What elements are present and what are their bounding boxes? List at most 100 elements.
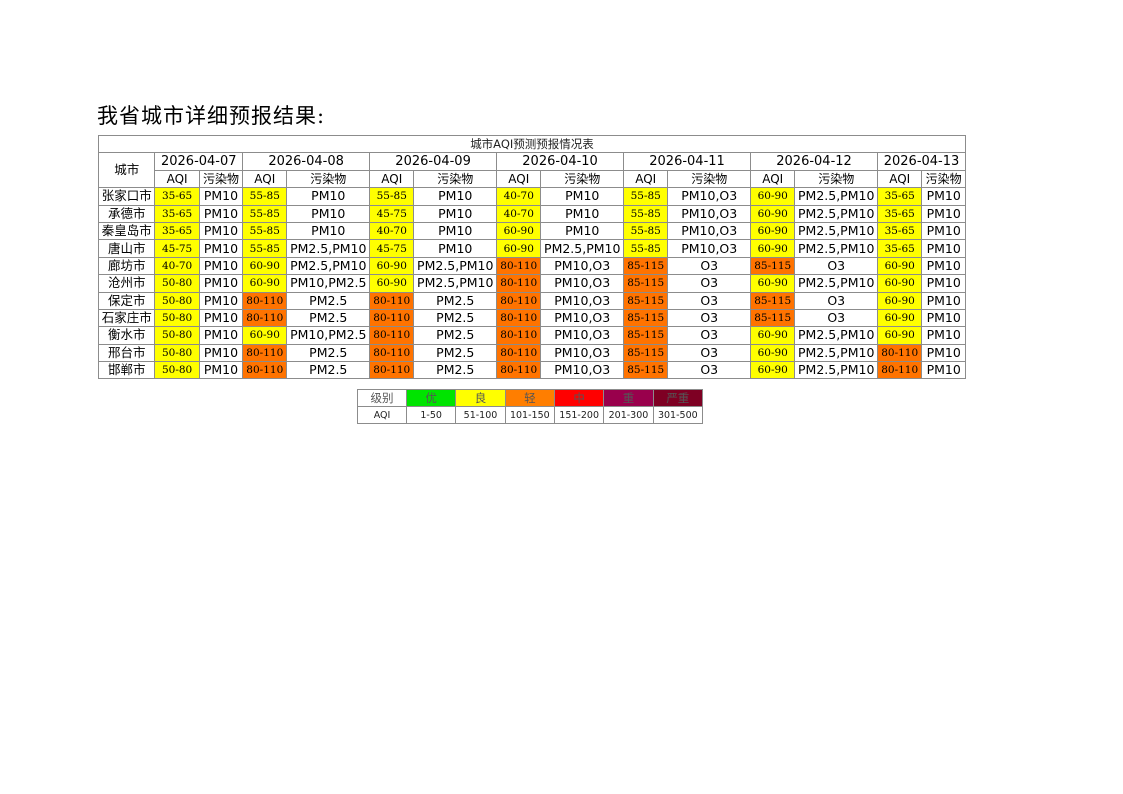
aqi-value-cell: 35-65: [877, 204, 923, 223]
pollutant-cell: PM10,O3: [667, 187, 752, 206]
aqi-value-cell: 55-85: [623, 221, 669, 241]
city-name: 保定市: [97, 291, 156, 310]
city-name: 廊坊市: [97, 256, 156, 276]
pollutant-cell: PM2.5,PM10: [540, 239, 625, 258]
aqi-value-cell: 60-90: [750, 187, 796, 206]
aqi-value-cell: 35-65: [154, 221, 200, 241]
aqi-value-cell: 80-110: [496, 291, 542, 310]
pollutant-cell: PM2.5: [413, 291, 498, 310]
pollutant-cell: O3: [667, 256, 752, 276]
date-header: 2026-04-12: [750, 152, 879, 171]
pollutant-cell: PM10,O3: [667, 204, 752, 223]
aqi-value-cell: 50-80: [154, 326, 200, 345]
subheader-row: AQI 污染物 AQI 污染物 AQI 污染物 AQI 污染物 AQI 污染物 AQI 污染物 AQI 污…: [99, 169, 966, 189]
aqi-value-cell: 85-115: [623, 343, 669, 363]
pollutant-cell: PM2.5: [413, 308, 498, 328]
aqi-value-cell: 80-110: [242, 361, 288, 380]
pollutant-cell: PM2.5,PM10: [794, 343, 879, 363]
pollutant-cell: PM10: [921, 239, 966, 258]
pollutant-cell: PM10,O3: [540, 256, 625, 276]
legend-aqi-row: AQI 1-50 51-100 101-150 151-200 201-300 301-5…: [357, 406, 704, 424]
pollutant-cell: PM10: [413, 221, 498, 241]
pollutant-cell: PM10: [921, 343, 966, 363]
legend-level-swatch: 优: [405, 389, 457, 407]
aqi-subheader: AQI: [750, 169, 796, 189]
aqi-value-cell: 85-115: [623, 256, 669, 276]
aqi-subheader: AQI: [154, 169, 200, 189]
legend-aqi-range: 151-200: [553, 406, 605, 424]
city-name: 张家口市: [97, 187, 156, 206]
date-header: 2026-04-07: [154, 152, 244, 171]
aqi-value-cell: 55-85: [623, 204, 669, 223]
aqi-value-cell: 80-110: [496, 343, 542, 363]
pollutant-cell: PM10: [286, 204, 371, 223]
pollutant-cell: O3: [667, 291, 752, 310]
aqi-value-cell: 85-115: [623, 308, 669, 328]
aqi-subheader: AQI: [496, 169, 542, 189]
aqi-value-cell: 35-65: [877, 187, 923, 206]
pollutant-cell: PM10: [921, 221, 966, 241]
city-name: 邯郸市: [97, 361, 156, 380]
aqi-value-cell: 85-115: [623, 274, 669, 293]
table-row: 张家口市 35-65 PM10 55-85 PM10 55-85 PM10 40-70 PM10…: [97, 187, 966, 206]
legend-level-row: 级别 优良轻中重严重: [357, 389, 704, 407]
pollutant-subheader: 污染物: [198, 169, 244, 189]
aqi-value-cell: 55-85: [242, 239, 288, 258]
aqi-subheader: AQI: [369, 169, 415, 189]
city-name: 承德市: [97, 204, 156, 223]
aqi-value-cell: 80-110: [369, 308, 415, 328]
pollutant-cell: O3: [667, 326, 752, 345]
pollutant-cell: PM10,O3: [540, 343, 625, 363]
pollutant-cell: PM10: [198, 187, 244, 206]
pollutant-cell: PM2.5: [286, 361, 371, 380]
aqi-value-cell: 45-75: [369, 239, 415, 258]
aqi-subheader: AQI: [623, 169, 669, 189]
pollutant-cell: O3: [667, 274, 752, 293]
pollutant-cell: PM10: [413, 239, 498, 258]
table-row: 衡水市 50-80 PM10 60-90 PM10,PM2.5 80-110 PM2.5 80…: [97, 326, 966, 345]
table-row: 承德市 35-65 PM10 55-85 PM10 45-75 PM10 40-70 PM10 5…: [97, 204, 966, 223]
city-name: 邢台市: [97, 343, 156, 363]
aqi-value-cell: 85-115: [623, 326, 669, 345]
pollutant-subheader: 污染物: [413, 169, 498, 189]
aqi-value-cell: 80-110: [369, 343, 415, 363]
pollutant-cell: PM10,O3: [540, 291, 625, 310]
aqi-value-cell: 80-110: [496, 326, 542, 345]
aqi-value-cell: 60-90: [750, 274, 796, 293]
legend-aqi-label: AQI: [357, 406, 407, 424]
date-header: 2026-04-09: [369, 152, 498, 171]
date-header-row: 城市 2026-04-07 2026-04-08 2026-04-09 2026-04…: [97, 152, 966, 189]
pollutant-cell: PM2.5: [413, 361, 498, 380]
legend-level-label: 级别: [357, 389, 407, 407]
pollutant-cell: PM10,O3: [667, 239, 752, 258]
table-caption-row: 城市AQI预测预报情况表: [98, 134, 966, 154]
aqi-value-cell: 80-110: [877, 361, 923, 380]
legend-aqi-range: 1-50: [405, 406, 457, 424]
city-column-header: 城市: [97, 152, 156, 189]
aqi-value-cell: 55-85: [623, 187, 669, 206]
aqi-level-legend: 级别 优良轻中重严重 AQI 1-50 51-100 101-150 151-200 2…: [357, 389, 704, 424]
aqi-value-cell: 35-65: [877, 221, 923, 241]
pollutant-cell: PM10: [540, 204, 625, 223]
pollutant-cell: PM10,O3: [540, 326, 625, 345]
aqi-value-cell: 55-85: [242, 204, 288, 223]
legend-level-swatch: 严重: [652, 389, 704, 407]
pollutant-cell: PM10: [198, 239, 244, 258]
pollutant-cell: PM2.5,PM10: [794, 326, 879, 345]
aqi-value-cell: 35-65: [154, 187, 200, 206]
city-name: 唐山市: [97, 239, 156, 258]
pollutant-subheader: 污染物: [921, 169, 966, 189]
pollutant-cell: PM10: [921, 256, 966, 276]
table-row: 邢台市 50-80 PM10 80-110 PM2.5 80-110 PM2.5 80-110…: [97, 343, 966, 363]
aqi-value-cell: 80-110: [877, 343, 923, 363]
aqi-value-cell: 60-90: [750, 221, 796, 241]
table-row: 沧州市 50-80 PM10 60-90 PM10,PM2.5 60-90 PM2.5,PM…: [97, 274, 966, 293]
city-name: 秦皇岛市: [97, 221, 156, 241]
date-header: 2026-04-08: [242, 152, 371, 171]
aqi-value-cell: 50-80: [154, 274, 200, 293]
pollutant-cell: PM10: [198, 291, 244, 310]
aqi-value-cell: 45-75: [369, 204, 415, 223]
aqi-value-cell: 60-90: [496, 239, 542, 258]
pollutant-cell: PM10: [921, 361, 966, 380]
pollutant-subheader: 污染物: [286, 169, 371, 189]
